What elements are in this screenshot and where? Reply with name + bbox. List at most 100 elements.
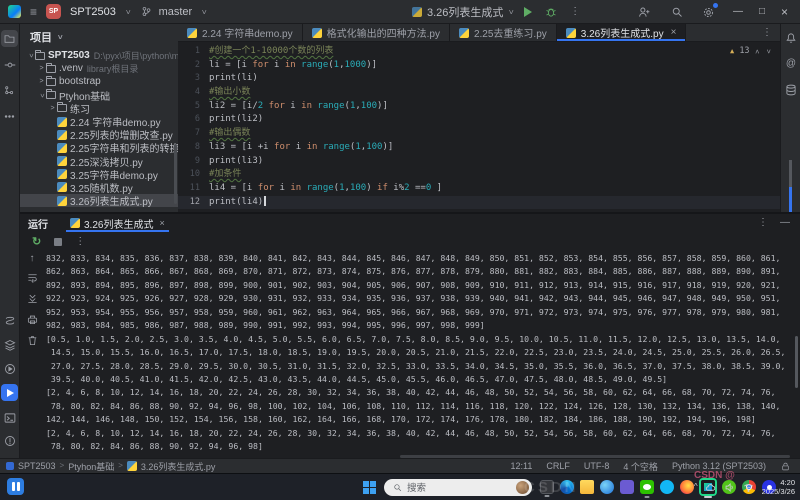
run-tab[interactable]: 3.26列表生成式 ×	[66, 214, 169, 232]
python-interpreter[interactable]: Python 3.12 (SPT2503)	[672, 461, 766, 471]
search-everywhere-icon[interactable]	[669, 4, 685, 20]
tray-clock[interactable]: 4:20 2025/3/26	[762, 478, 795, 496]
lock-icon[interactable]	[780, 461, 790, 471]
code-line[interactable]: 11li4 = [i for i in range(1,100) if i%2 …	[178, 182, 780, 196]
edge-icon[interactable]	[560, 480, 574, 494]
structure-tool-icon[interactable]	[1, 82, 18, 99]
run-configuration[interactable]: 3.26列表生成式 >	[412, 4, 513, 20]
soft-wrap-icon[interactable]	[24, 269, 40, 285]
scroll-to-top-icon[interactable]: ↑	[30, 254, 35, 264]
maximize-button[interactable]: □	[759, 7, 765, 17]
tree-item[interactable]: 3.25字符串demo.py	[20, 168, 178, 181]
console-output[interactable]: 832, 833, 834, 835, 836, 837, 838, 839, …	[46, 252, 792, 454]
tree-item[interactable]: >.venvlibrary根目录	[20, 62, 178, 75]
close-icon[interactable]: ×	[159, 219, 164, 228]
tree-item[interactable]: >练习	[20, 102, 178, 115]
firefox-icon[interactable]	[680, 480, 694, 494]
indent-style[interactable]: 4 个空格	[623, 460, 658, 473]
tree-chevron-icon[interactable]: >	[37, 65, 46, 72]
taskbar-widget-icon[interactable]	[7, 478, 24, 495]
problems-tool-icon[interactable]	[1, 432, 18, 449]
search-highlight-image[interactable]	[516, 481, 529, 494]
branch-name[interactable]: master	[159, 6, 193, 18]
tree-item[interactable]: 2.24 字符串demo.py	[20, 115, 178, 128]
editor-tab[interactable]: 2.25去重练习.py	[450, 24, 557, 41]
scroll-to-end-icon[interactable]	[24, 290, 40, 306]
close-icon[interactable]: ×	[671, 28, 677, 38]
code-line[interactable]: 12print(li4)	[178, 196, 780, 210]
services-tool-icon[interactable]	[1, 336, 18, 353]
code-line[interactable]: 5li2 = [i/2 for i in range(1,100)]	[178, 100, 780, 114]
console-more-icon[interactable]: ⋮	[75, 237, 85, 247]
tab-list-more-icon[interactable]: ⋮	[762, 28, 780, 38]
volume-icon[interactable]	[724, 481, 736, 493]
chevron-down-icon[interactable]: >	[55, 34, 63, 39]
code-line[interactable]: 6print(li2)	[178, 113, 780, 127]
minimize-button[interactable]: —	[733, 7, 743, 17]
commit-tool-icon[interactable]	[1, 56, 18, 73]
inspection-widget[interactable]: ▲ 13 > >	[730, 46, 770, 56]
purple-app-icon[interactable]	[620, 480, 634, 494]
file-explorer-icon[interactable]	[580, 480, 594, 494]
file-encoding[interactable]: UTF-8	[584, 461, 610, 471]
code-line[interactable]: 1#创建一个1-10000个数的列表	[178, 45, 780, 59]
project-avatar[interactable]: SP	[46, 4, 61, 19]
settings-gear-icon[interactable]	[701, 4, 717, 20]
taskbar-app-dark-icon[interactable]	[540, 480, 554, 494]
tree-item[interactable]: 2.25字符串和列表的转换.py	[20, 141, 178, 154]
tree-item[interactable]: >SPT2503D:\pyx\项目\python\myflaskd	[20, 49, 178, 62]
tree-chevron-icon[interactable]: >	[38, 91, 45, 100]
taskbar-search[interactable]: 搜索	[384, 479, 532, 496]
tree-item[interactable]: >Ptyhon基础	[20, 89, 178, 102]
tree-item[interactable]: 2.25深浅拷贝.py	[20, 155, 178, 168]
code-line[interactable]: 9print(li3)	[178, 155, 780, 169]
code-line[interactable]: 10#加条件	[178, 168, 780, 182]
code-line[interactable]: 7#输出偶数	[178, 127, 780, 141]
code-line[interactable]: 3print(li)	[178, 72, 780, 86]
tree-item[interactable]: 2.25列表的增删改查.py	[20, 128, 178, 141]
notifications-bell-icon[interactable]	[783, 30, 799, 46]
python-packages-icon[interactable]	[1, 312, 18, 329]
ai-assistant-icon[interactable]: @	[783, 56, 799, 72]
browser-icon[interactable]	[600, 480, 614, 494]
debug-button[interactable]	[543, 4, 559, 20]
code-editor[interactable]: 1#创建一个1-10000个数的列表2li = [i for i in rang…	[178, 42, 780, 212]
terminal-tool-icon[interactable]	[1, 409, 18, 426]
close-button[interactable]: ×	[781, 6, 788, 18]
tree-item[interactable]: 3.26列表生成式.py	[20, 194, 178, 207]
line-separator[interactable]: CRLF	[546, 461, 570, 471]
network-icon[interactable]	[743, 481, 755, 493]
prev-problem-icon[interactable]: >	[754, 49, 761, 53]
rerun-button[interactable]: ↻	[32, 237, 41, 248]
project-tool-icon[interactable]	[1, 30, 18, 47]
print-icon[interactable]	[24, 311, 40, 327]
start-button[interactable]	[363, 481, 376, 494]
qq-icon[interactable]	[660, 480, 674, 494]
wechat-icon[interactable]	[640, 480, 654, 494]
project-name[interactable]: SPT2503	[70, 6, 116, 18]
tree-chevron-icon[interactable]: >	[37, 78, 46, 85]
tree-item[interactable]: >bootstrap	[20, 75, 178, 88]
code-with-me-icon[interactable]	[637, 4, 653, 20]
tree-chevron-icon[interactable]: >	[27, 51, 34, 60]
editor-tab[interactable]: 格式化输出的四种方法.py	[303, 24, 450, 41]
more-tools-icon[interactable]	[1, 108, 18, 125]
editor-tab[interactable]: 3.26列表生成式.py×	[557, 24, 687, 41]
code-line[interactable]: 4#输出小数	[178, 86, 780, 100]
run-anything-icon[interactable]	[1, 360, 18, 377]
more-actions-icon[interactable]: ⋮	[570, 7, 580, 17]
onedrive-cloud-icon[interactable]	[705, 481, 717, 493]
breadcrumb-item[interactable]: Ptyhon基础	[68, 460, 114, 473]
database-tool-icon[interactable]	[783, 82, 799, 98]
breadcrumb-item[interactable]: SPT2503	[18, 461, 56, 471]
caret-position[interactable]: 12:11	[511, 461, 533, 471]
code-line[interactable]: 8li3 = [i +i for i in range(1,100)]	[178, 141, 780, 155]
editor-tab[interactable]: 2.24 字符串demo.py	[178, 24, 303, 41]
hide-panel-icon[interactable]: —	[780, 218, 790, 228]
main-menu-icon[interactable]: ≡	[30, 6, 37, 18]
stop-button[interactable]	[54, 238, 62, 246]
tree-chevron-icon[interactable]: >	[48, 105, 57, 112]
project-scrollbar[interactable]	[174, 144, 177, 204]
breadcrumb-item[interactable]: 3.26列表生成式.py	[141, 460, 216, 473]
tree-item[interactable]: 3.25随机数.py	[20, 181, 178, 194]
